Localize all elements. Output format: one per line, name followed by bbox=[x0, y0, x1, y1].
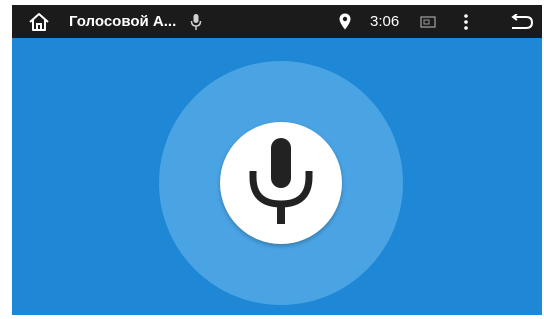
cast-icon bbox=[414, 5, 442, 38]
back-icon bbox=[511, 13, 534, 29]
microphone-icon bbox=[186, 5, 206, 38]
location-pin-icon bbox=[336, 5, 354, 38]
home-icon bbox=[29, 12, 49, 31]
microphone-button[interactable] bbox=[220, 122, 342, 244]
app-title: Голосовой А... bbox=[69, 13, 177, 30]
voice-assistant-screen: Голосовой А... 3:06 bbox=[12, 5, 542, 315]
more-vertical-icon bbox=[464, 13, 468, 30]
microphone-icon bbox=[249, 138, 313, 224]
home-button[interactable] bbox=[24, 5, 54, 38]
back-button[interactable] bbox=[506, 5, 538, 38]
clock: 3:06 bbox=[370, 13, 400, 30]
voice-input-area bbox=[12, 38, 542, 315]
overflow-menu-button[interactable] bbox=[458, 5, 474, 38]
status-bar: Голосовой А... 3:06 bbox=[12, 5, 542, 38]
